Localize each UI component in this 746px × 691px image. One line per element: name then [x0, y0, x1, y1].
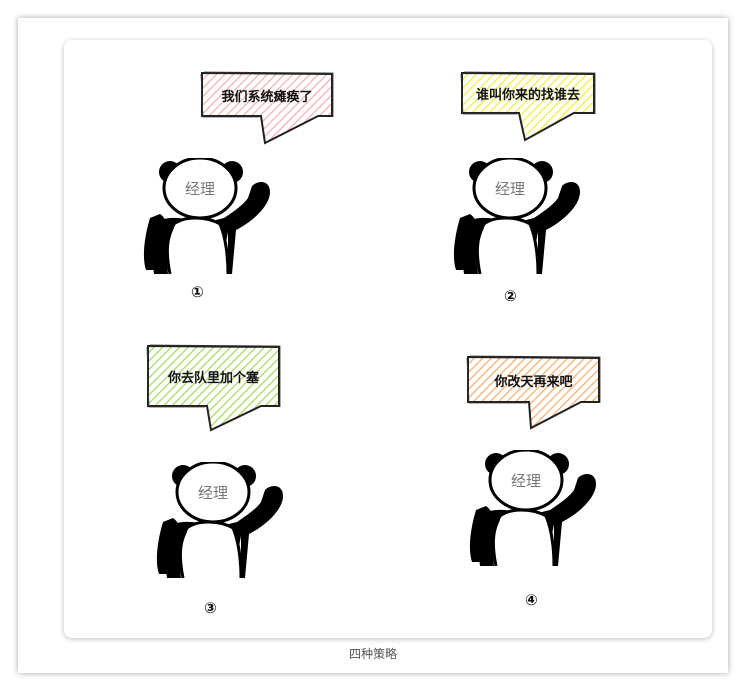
panel-number: ①	[191, 283, 204, 301]
panel-number: ②	[504, 287, 517, 305]
head-label: 经理	[198, 484, 228, 502]
panda-manager-illustration: 经理	[140, 156, 272, 278]
speech-text: 你改天再来吧	[494, 374, 573, 390]
speech-bubble: 你去队里加个塞	[146, 344, 281, 432]
head-label: 经理	[511, 472, 541, 490]
head-label: 经理	[185, 180, 215, 198]
head-label: 经理	[495, 180, 525, 198]
speech-bubble: 你改天再来吧	[466, 355, 601, 430]
speech-bubble: 我们系统瘫痪了	[200, 71, 334, 145]
panel-number: ④	[525, 591, 538, 609]
speech-text: 你去队里加个塞	[167, 371, 259, 386]
panda-manager-illustration: 经理	[153, 460, 285, 582]
speech-text: 谁叫你来的找谁去	[475, 88, 580, 103]
figure-caption: 四种策略	[348, 647, 397, 661]
panda-manager-illustration: 经理	[450, 156, 582, 278]
speech-bubble: 谁叫你来的找谁去	[460, 71, 596, 142]
panda-manager-illustration: 经理	[466, 448, 598, 570]
speech-text: 我们系统瘫痪了	[221, 89, 313, 105]
panel-number: ③	[204, 599, 217, 617]
